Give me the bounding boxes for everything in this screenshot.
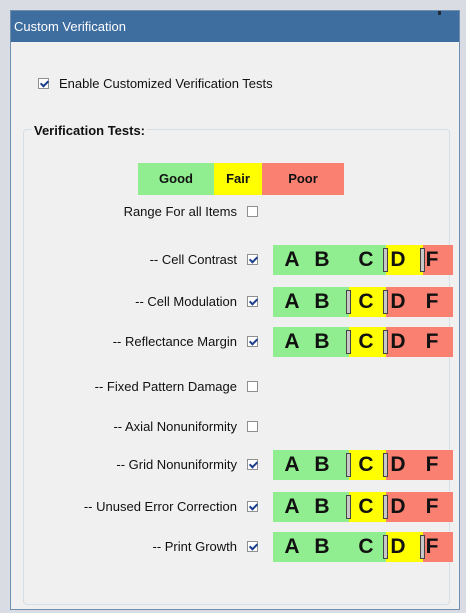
threshold-slider-handle[interactable] [346,290,351,314]
grade-letter-a: A [284,453,300,476]
grade-letter-d: D [390,330,406,353]
legend-good: Good [138,163,214,195]
grade-letter-f: F [425,248,439,271]
threshold-slider-handle[interactable] [383,290,388,314]
threshold-slider-handle[interactable] [383,453,388,477]
grade-bar-print-growth: AB CDF [273,532,453,562]
checkbox-axial-nonuniformity[interactable] [247,421,258,432]
grade-bar-unused-error-correction: AB CDF [273,492,453,522]
grade-letter-d: D [390,453,406,476]
grade-letter-c: C [358,248,374,271]
grade-letter-b: B [314,248,330,271]
checkbox-reflectance-margin[interactable] [247,336,258,347]
grade-letter-d: D [390,535,406,558]
grade-letter-c: C [358,535,374,558]
row-label-unused-error-correction: -- Unused Error Correction [83,499,237,514]
checkbox-cell-contrast[interactable] [247,254,258,265]
enable-customized-checkbox[interactable] [38,78,49,89]
enable-customized-label[interactable]: Enable Customized Verification Tests [59,76,273,91]
threshold-slider-handle[interactable] [420,535,425,559]
grade-bar-cell-modulation: AB CDF [273,287,453,317]
grade-letter-d: D [390,290,406,313]
title-bar: Custom Verification [11,11,459,42]
threshold-slider-handle[interactable] [346,495,351,519]
grade-letter-b: B [314,290,330,313]
row-label-cell-contrast: -- Cell Contrast [149,252,237,267]
titlebar-mark [438,11,441,15]
threshold-slider-handle[interactable] [383,495,388,519]
row-label-reflectance-margin: -- Reflectance Margin [112,334,237,349]
grade-bar-reflectance-margin: AB CDF [273,327,453,357]
grade-letter-b: B [314,453,330,476]
checkbox-grid-nonuniformity[interactable] [247,459,258,470]
grade-letter-c: C [358,453,374,476]
grade-letter-f: F [425,453,439,476]
legend-fair: Fair [214,163,262,195]
dialog-title: Custom Verification [14,19,126,34]
grade-letter-a: A [284,495,300,518]
grade-letter-b: B [314,330,330,353]
grade-letter-d: D [390,248,406,271]
row-label-grid-nonuniformity: -- Grid Nonuniformity [116,457,237,472]
row-label-print-growth: -- Print Growth [152,539,237,554]
threshold-slider-handle[interactable] [383,248,388,272]
grade-letter-a: A [284,248,300,271]
grade-bar-grid-nonuniformity: AB CDF [273,450,453,480]
grade-bar-cell-contrast: AB CDF [273,245,453,275]
grade-letter-a: A [284,290,300,313]
verification-tests-heading: Verification Tests: [32,123,148,138]
row-label-range-for-all-items: Range For all Items [123,204,237,219]
checkbox-fixed-pattern-damage[interactable] [247,381,258,392]
row-label-cell-modulation: -- Cell Modulation [135,294,237,309]
grade-letter-f: F [425,535,439,558]
grade-letter-d: D [390,495,406,518]
grade-letter-a: A [284,535,300,558]
row-label-axial-nonuniformity: -- Axial Nonuniformity [113,419,237,434]
threshold-slider-handle[interactable] [383,330,388,354]
checkbox-print-growth[interactable] [247,541,258,552]
row-label-fixed-pattern-damage: -- Fixed Pattern Damage [94,379,237,394]
grade-letter-c: C [358,290,374,313]
grade-letter-c: C [358,330,374,353]
grade-letter-a: A [284,330,300,353]
grade-letter-b: B [314,535,330,558]
grade-letter-f: F [425,495,439,518]
custom-verification-dialog: Custom Verification Enable Customized Ve… [10,10,460,610]
checkbox-cell-modulation[interactable] [247,296,258,307]
grade-letter-c: C [358,495,374,518]
grade-letter-b: B [314,495,330,518]
threshold-slider-handle[interactable] [346,330,351,354]
checkbox-range-for-all-items[interactable] [247,206,258,217]
threshold-slider-handle[interactable] [383,535,388,559]
checkbox-unused-error-correction[interactable] [247,501,258,512]
legend-poor: Poor [262,163,344,195]
grade-letter-f: F [425,290,439,313]
grade-letter-f: F [425,330,439,353]
threshold-slider-handle[interactable] [346,453,351,477]
threshold-slider-handle[interactable] [420,248,425,272]
